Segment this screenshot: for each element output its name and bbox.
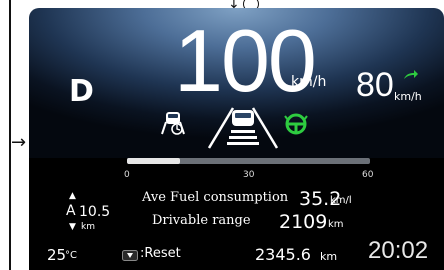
reset-label: :Reset	[140, 246, 181, 261]
odometer-value: 2345.6	[255, 245, 311, 264]
screenshot-stage: → ↓ D 100 km/h 80 km/h 0 30 60 ▲ A 10.5 …	[0, 0, 444, 270]
left-pointer-arrow: →	[11, 132, 27, 153]
trip-unit: km	[81, 222, 95, 232]
drivable-range-unit: km	[328, 219, 344, 230]
trip-label: A	[66, 203, 76, 219]
drivable-range-value: 2109	[279, 211, 328, 233]
trip-up-arrow-icon: ▲	[69, 191, 76, 201]
lane-keep-assist-icon	[161, 112, 185, 135]
gauge-bar-fill	[127, 158, 181, 164]
fuel-consumption-label: Ave Fuel consumption	[142, 190, 289, 205]
outside-temperature-value: 25	[47, 246, 67, 264]
drivable-range-label: Drivable range	[152, 213, 251, 228]
speed-value: 100	[174, 11, 317, 110]
gauge-tick-60: 60	[362, 170, 374, 180]
gauge-tick-30: 30	[243, 170, 255, 180]
speed-limit-value: 80	[356, 66, 394, 104]
trip-down-arrow-icon: ▼	[69, 222, 76, 232]
fuel-consumption-unit: km/l	[330, 195, 352, 206]
speed-unit: km/h	[291, 74, 327, 90]
trip-value: 10.5	[79, 204, 111, 220]
gear-indicator: D	[69, 74, 94, 109]
reset-button-icon[interactable]	[122, 250, 138, 261]
steering-assist-icon	[284, 113, 308, 135]
outside-temperature-unit: °C	[65, 250, 77, 261]
gauge-tick-0: 0	[124, 170, 130, 180]
clock: 20:02	[368, 237, 429, 264]
adaptive-cruise-icon	[207, 107, 279, 149]
odometer-unit: km	[320, 250, 338, 263]
gauge-bar	[127, 158, 370, 164]
speed-limit-arrow-icon	[404, 70, 418, 79]
speed-limit-unit: km/h	[394, 90, 422, 103]
instrument-cluster: D 100 km/h 80 km/h 0 30 60 ▲ A 10.5 ▼ km…	[29, 8, 444, 270]
